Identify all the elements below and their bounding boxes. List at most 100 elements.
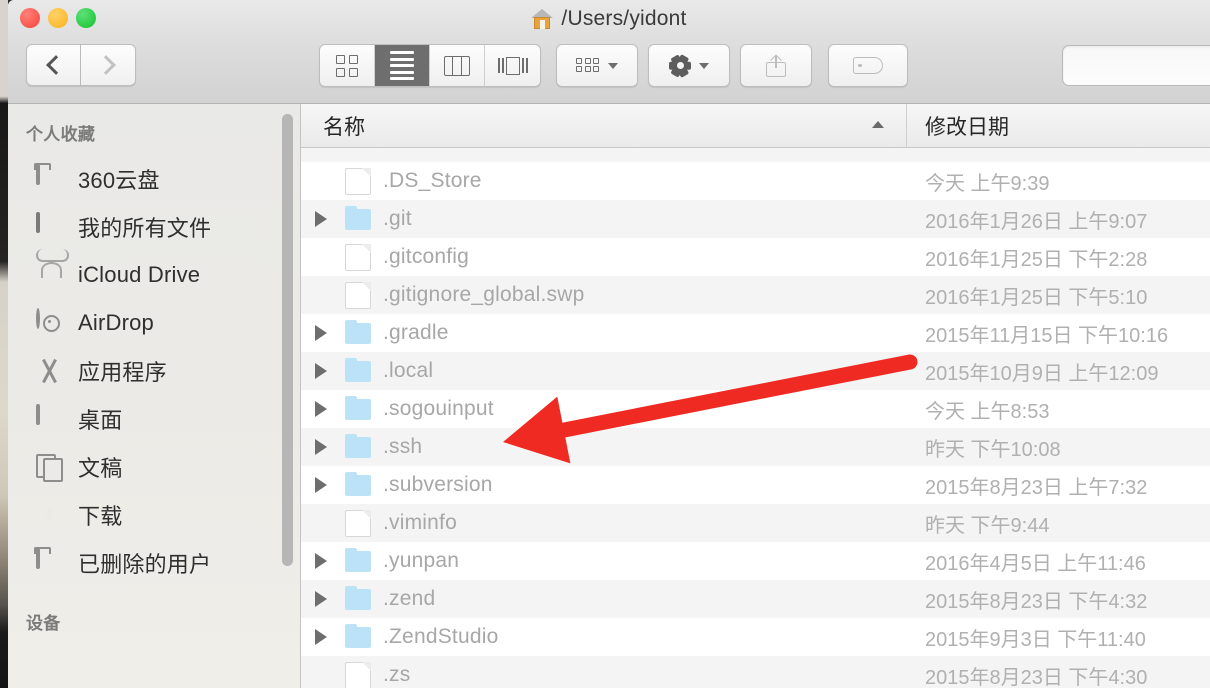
table-row[interactable]: .gradle 2015年11月15日 下午10:16	[301, 314, 1210, 352]
row-name-cell: .gitignore_global.swp	[301, 281, 907, 309]
row-date-modified: 今天 上午8:53	[925, 400, 1050, 423]
sidebar-item-label: 桌面	[78, 408, 123, 433]
row-name-cell: .zs	[301, 661, 907, 688]
sidebar-section-devices-header: 设备	[26, 614, 61, 633]
home-icon	[531, 9, 554, 29]
sidebar-item-deleted-users[interactable]: 已删除的用户	[8, 539, 300, 587]
row-file-name: .ZendStudio	[383, 625, 499, 648]
sidebar-item-label: iCloud Drive	[78, 262, 201, 287]
table-row[interactable]: .gitconfig 2016年1月25日 下午2:28	[301, 238, 1210, 276]
finder-window-screenshot: /Users/yidont 个人收藏 360云盘 我的所有文件 iCloud D…	[0, 0, 1210, 688]
sidebar-scrollbar[interactable]	[282, 114, 293, 566]
document-icon	[345, 509, 371, 537]
column-header-name[interactable]: 名称	[301, 104, 907, 147]
disclosure-triangle-icon[interactable]	[315, 629, 331, 645]
row-name-cell: .gitconfig	[301, 243, 907, 271]
sort-ascending-icon	[872, 121, 884, 128]
row-file-name: .gitignore_global.swp	[383, 283, 585, 306]
columns-icon	[444, 55, 470, 76]
disclosure-triangle-icon[interactable]	[315, 363, 331, 379]
table-row[interactable]: .DS_Store 今天 上午9:39	[301, 162, 1210, 200]
partially-scrolled-row[interactable]	[301, 148, 1210, 162]
arrange-button[interactable]	[557, 45, 637, 86]
row-name-cell: .ssh	[301, 433, 907, 459]
action-gear-button[interactable]	[649, 45, 729, 86]
column-header-date-label: 修改日期	[925, 115, 1009, 139]
sidebar-item-airdrop[interactable]: AirDrop	[8, 299, 300, 347]
row-name-cell: .git	[301, 205, 907, 231]
folder-icon	[345, 319, 371, 344]
table-row[interactable]: .ZendStudio 2015年9月3日 下午11:40	[301, 618, 1210, 656]
disclosure-triangle-icon[interactable]	[315, 325, 331, 341]
sidebar-item-360yunpan[interactable]: 360云盘	[8, 155, 300, 203]
coverflow-view-button[interactable]	[485, 45, 540, 86]
disclosure-triangle-icon[interactable]	[315, 553, 331, 569]
row-date-modified: 2015年11月15日 下午10:16	[925, 324, 1169, 347]
coverflow-icon	[497, 55, 528, 76]
back-button[interactable]	[26, 44, 81, 86]
back-icon	[46, 55, 66, 75]
list-view-button[interactable]	[375, 45, 430, 86]
sidebar-item-downloads[interactable]: 下载	[8, 491, 300, 539]
table-row[interactable]: .viminfo 昨天 下午9:44	[301, 504, 1210, 542]
tags-group	[828, 44, 908, 87]
disclosure-triangle-icon[interactable]	[315, 401, 331, 417]
forward-icon	[95, 55, 116, 75]
row-date-modified: 今天 上午9:39	[925, 172, 1050, 195]
arrange-icon	[576, 57, 600, 74]
sidebar-item-icloud-drive[interactable]: iCloud Drive	[8, 251, 300, 299]
table-row[interactable]: .zs 2015年8月23日 下午4:30	[301, 656, 1210, 688]
document-icon	[345, 661, 371, 688]
disclosure-triangle-icon[interactable]	[315, 591, 331, 607]
row-file-name: .local	[383, 359, 434, 382]
table-row[interactable]: .ssh 昨天 下午10:08	[301, 428, 1210, 466]
folder-icon	[345, 357, 371, 382]
table-row[interactable]: .subversion 2015年8月23日 上午7:32	[301, 466, 1210, 504]
row-name-cell: .local	[301, 357, 907, 383]
table-row[interactable]: .sogouinput 今天 上午8:53	[301, 390, 1210, 428]
sidebar-item-label: 我的所有文件	[78, 216, 212, 241]
table-row[interactable]: .git 2016年1月26日 上午9:07	[301, 200, 1210, 238]
window-title: /Users/yidont	[8, 4, 1210, 34]
column-header-name-label: 名称	[323, 115, 365, 139]
sidebar-item-applications[interactable]: 应用程序	[8, 347, 300, 395]
document-icon	[345, 243, 371, 271]
action-group	[648, 44, 730, 87]
row-file-name: .yunpan	[383, 549, 460, 572]
folder-icon	[345, 547, 371, 572]
table-row[interactable]: .yunpan 2016年4月5日 上午11:46	[301, 542, 1210, 580]
row-name-cell: .DS_Store	[301, 167, 907, 195]
search-input[interactable]	[1062, 45, 1210, 86]
row-date-modified: 2016年1月25日 下午2:28	[925, 248, 1148, 271]
sidebar-item-label: 已删除的用户	[78, 552, 212, 577]
chevron-down-icon	[699, 62, 709, 69]
column-header-date-modified[interactable]: 修改日期	[907, 104, 1210, 147]
forward-button[interactable]	[81, 44, 136, 86]
column-view-button[interactable]	[430, 45, 485, 86]
share-button[interactable]	[741, 45, 811, 86]
tags-button[interactable]	[829, 45, 907, 86]
table-row[interactable]: .gitignore_global.swp 2016年1月25日 下午5:10	[301, 276, 1210, 314]
row-date-modified: 昨天 下午9:44	[925, 514, 1050, 537]
folder-icon	[345, 471, 371, 496]
tag-icon	[853, 57, 883, 74]
sidebar-item-desktop[interactable]: 桌面	[8, 395, 300, 443]
table-row[interactable]: .local 2015年10月9日 上午12:09	[301, 352, 1210, 390]
sidebar-item-documents[interactable]: 文稿	[8, 443, 300, 491]
airdrop-icon	[36, 308, 40, 329]
icon-view-button[interactable]	[320, 45, 375, 86]
disclosure-triangle-icon[interactable]	[315, 439, 331, 455]
folder-icon	[345, 585, 371, 610]
row-file-name: .zs	[383, 663, 411, 686]
disclosure-triangle-icon[interactable]	[315, 477, 331, 493]
row-file-name: .gitconfig	[383, 245, 470, 268]
navigation-buttons	[26, 44, 136, 86]
gear-icon	[669, 53, 691, 78]
share-group	[740, 44, 812, 87]
disclosure-triangle-icon[interactable]	[315, 211, 331, 227]
sidebar-item-all-my-files[interactable]: 我的所有文件	[8, 203, 300, 251]
folder-icon	[345, 395, 371, 420]
row-file-name: .sogouinput	[383, 397, 494, 420]
window-title-text: /Users/yidont	[561, 7, 687, 30]
table-row[interactable]: .zend 2015年8月23日 下午4:32	[301, 580, 1210, 618]
